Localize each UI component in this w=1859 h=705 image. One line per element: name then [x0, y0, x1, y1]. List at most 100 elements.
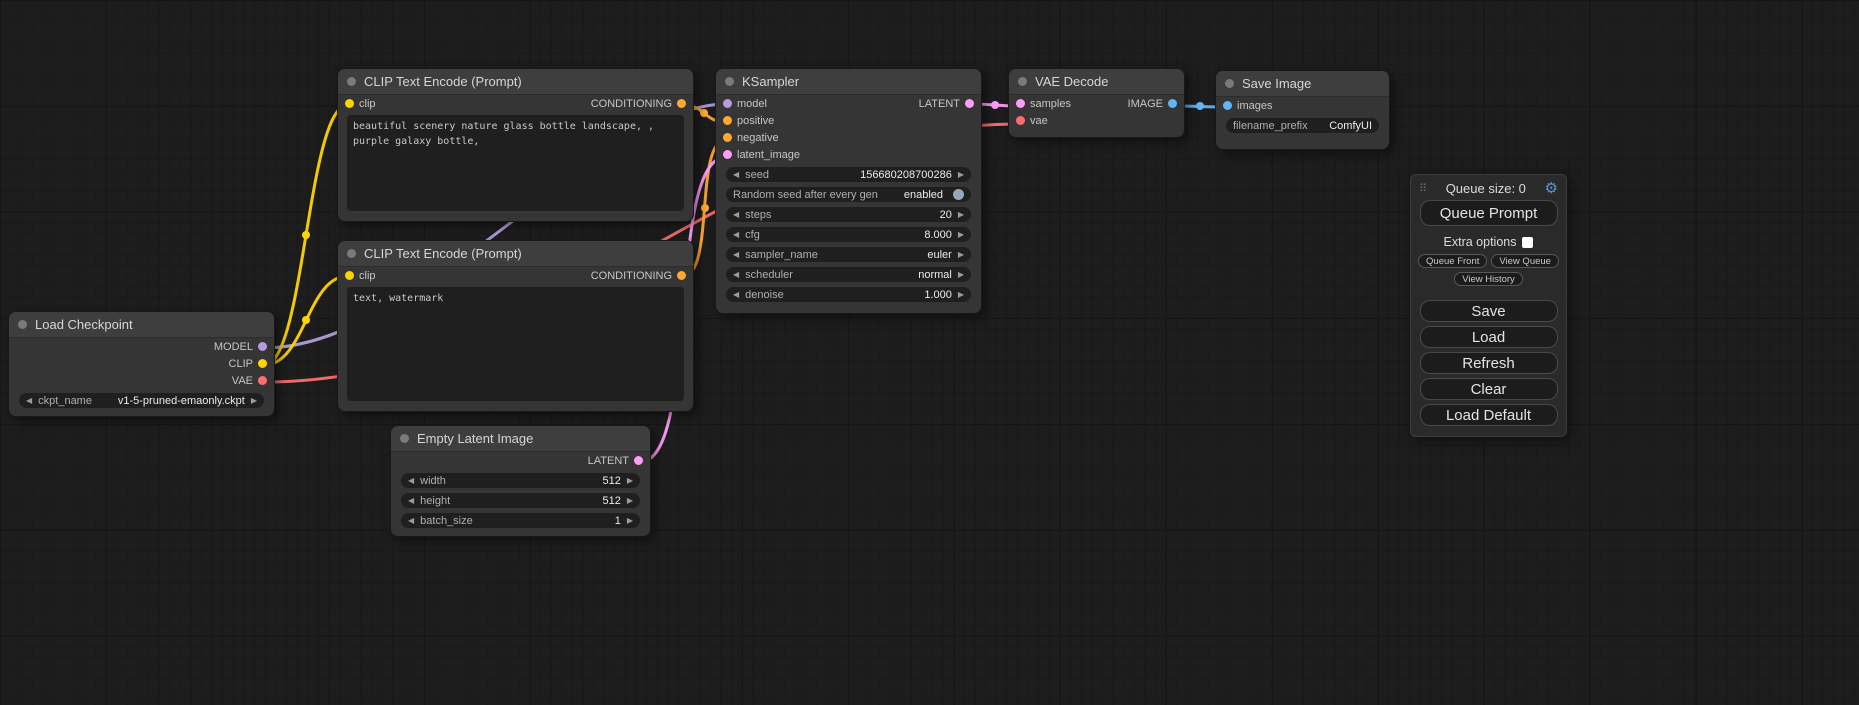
input-slot-vae[interactable]: [1016, 116, 1025, 125]
widget-width[interactable]: ◀ width 512 ▶: [401, 473, 640, 488]
slot-row: model LATENT: [716, 95, 981, 112]
node-load-checkpoint[interactable]: Load Checkpoint MODEL CLIP VAE ◀ ckpt_na…: [8, 311, 275, 417]
decrement-arrow-icon[interactable]: ◀: [733, 231, 739, 239]
widget-value: 8.000: [924, 229, 952, 241]
increment-arrow-icon[interactable]: ▶: [958, 291, 964, 299]
widget-denoise[interactable]: ◀ denoise 1.000 ▶: [726, 287, 971, 302]
increment-arrow-icon[interactable]: ▶: [958, 211, 964, 219]
decrement-arrow-icon[interactable]: ◀: [733, 171, 739, 179]
widget-steps[interactable]: ◀ steps 20 ▶: [726, 207, 971, 222]
drag-handle-icon[interactable]: ⠿: [1419, 182, 1427, 195]
view-queue-button[interactable]: View Queue: [1491, 254, 1559, 268]
input-label: samples: [1030, 98, 1071, 110]
decrement-arrow-icon[interactable]: ◀: [733, 271, 739, 279]
increment-arrow-icon[interactable]: ▶: [251, 397, 257, 405]
node-empty-latent-image[interactable]: Empty Latent Image LATENT ◀ width 512 ▶ …: [390, 425, 651, 537]
node-title-bar[interactable]: VAE Decode: [1009, 69, 1184, 95]
node-title-bar[interactable]: Save Image: [1216, 71, 1389, 97]
widget-scheduler[interactable]: ◀ scheduler normal ▶: [726, 267, 971, 282]
output-slot-latent[interactable]: [965, 99, 974, 108]
widget-random-seed-toggle[interactable]: Random seed after every gen enabled: [726, 187, 971, 202]
increment-arrow-icon[interactable]: ▶: [627, 517, 633, 525]
output-slot-conditioning[interactable]: [677, 99, 686, 108]
increment-arrow-icon[interactable]: ▶: [958, 271, 964, 279]
widget-cfg[interactable]: ◀ cfg 8.000 ▶: [726, 227, 971, 242]
output-slot-conditioning[interactable]: [677, 271, 686, 280]
widget-batch-size[interactable]: ◀ batch_size 1 ▶: [401, 513, 640, 528]
node-title-bar[interactable]: CLIP Text Encode (Prompt): [338, 241, 693, 267]
output-slot-image[interactable]: [1168, 99, 1177, 108]
link-dot: [701, 204, 709, 212]
toggle-icon[interactable]: [953, 189, 964, 200]
output-slot-clip[interactable]: [258, 359, 267, 368]
increment-arrow-icon[interactable]: ▶: [627, 497, 633, 505]
link-dot: [302, 231, 310, 239]
node-clip-text-encode-positive[interactable]: CLIP Text Encode (Prompt) clip CONDITION…: [337, 68, 694, 222]
node-vae-decode[interactable]: VAE Decode samples IMAGE vae: [1008, 68, 1185, 138]
queue-front-button[interactable]: Queue Front: [1418, 254, 1487, 268]
slot-row: negative: [716, 129, 981, 146]
widget-value: enabled: [904, 189, 943, 201]
input-slot-samples[interactable]: [1016, 99, 1025, 108]
node-graph-canvas[interactable]: Load Checkpoint MODEL CLIP VAE ◀ ckpt_na…: [0, 0, 1859, 705]
input-slot-images[interactable]: [1223, 101, 1232, 110]
input-slot-model[interactable]: [723, 99, 732, 108]
output-slot-latent[interactable]: [634, 456, 643, 465]
widget-filename-prefix[interactable]: filename_prefix ComfyUI: [1226, 118, 1379, 133]
input-slot-clip[interactable]: [345, 99, 354, 108]
widget-label: denoise: [745, 289, 784, 301]
load-default-button[interactable]: Load Default: [1420, 404, 1558, 426]
prompt-textarea[interactable]: beautiful scenery nature glass bottle la…: [347, 115, 684, 211]
settings-gear-icon[interactable]: ⚙: [1545, 181, 1558, 196]
increment-arrow-icon[interactable]: ▶: [958, 251, 964, 259]
node-save-image[interactable]: Save Image images filename_prefix ComfyU…: [1215, 70, 1390, 150]
widget-ckpt-name[interactable]: ◀ ckpt_name v1-5-pruned-emaonly.ckpt ▶: [19, 393, 264, 408]
decrement-arrow-icon[interactable]: ◀: [408, 517, 414, 525]
widget-seed[interactable]: ◀ seed 156680208700286 ▶: [726, 167, 971, 182]
control-menu[interactable]: ⠿ Queue size: 0 ⚙ Queue Prompt Extra opt…: [1410, 174, 1567, 437]
load-button[interactable]: Load: [1420, 326, 1558, 348]
input-slot-latent-image[interactable]: [723, 150, 732, 159]
widget-value: 1.000: [924, 289, 952, 301]
slot-row: MODEL: [9, 338, 274, 355]
node-title-bar[interactable]: CLIP Text Encode (Prompt): [338, 69, 693, 95]
decrement-arrow-icon[interactable]: ◀: [733, 251, 739, 259]
widget-height[interactable]: ◀ height 512 ▶: [401, 493, 640, 508]
input-slot-positive[interactable]: [723, 116, 732, 125]
extra-options-label: Extra options: [1444, 235, 1517, 249]
node-clip-text-encode-negative[interactable]: CLIP Text Encode (Prompt) clip CONDITION…: [337, 240, 694, 412]
increment-arrow-icon[interactable]: ▶: [627, 477, 633, 485]
input-slot-negative[interactable]: [723, 133, 732, 142]
output-slot-vae[interactable]: [258, 376, 267, 385]
decrement-arrow-icon[interactable]: ◀: [26, 397, 32, 405]
extra-options-checkbox[interactable]: [1522, 237, 1533, 248]
decrement-arrow-icon[interactable]: ◀: [408, 477, 414, 485]
node-status-dot: [347, 249, 356, 258]
decrement-arrow-icon[interactable]: ◀: [408, 497, 414, 505]
slot-row: images: [1216, 97, 1389, 114]
node-title-bar[interactable]: KSampler: [716, 69, 981, 95]
output-label: LATENT: [919, 98, 960, 110]
queue-prompt-button[interactable]: Queue Prompt: [1420, 200, 1558, 226]
decrement-arrow-icon[interactable]: ◀: [733, 211, 739, 219]
refresh-button[interactable]: Refresh: [1420, 352, 1558, 374]
node-title-bar[interactable]: Load Checkpoint: [9, 312, 274, 338]
prompt-textarea[interactable]: text, watermark: [347, 287, 684, 401]
widget-label: scheduler: [745, 269, 793, 281]
view-history-button[interactable]: View History: [1454, 272, 1523, 286]
increment-arrow-icon[interactable]: ▶: [958, 171, 964, 179]
widget-sampler-name[interactable]: ◀ sampler_name euler ▶: [726, 247, 971, 262]
node-title: VAE Decode: [1035, 74, 1108, 89]
decrement-arrow-icon[interactable]: ◀: [733, 291, 739, 299]
extra-options-row: Extra options: [1444, 234, 1534, 250]
output-slot-model[interactable]: [258, 342, 267, 351]
increment-arrow-icon[interactable]: ▶: [958, 231, 964, 239]
widget-label: ckpt_name: [38, 395, 92, 407]
save-button[interactable]: Save: [1420, 300, 1558, 322]
node-ksampler[interactable]: KSampler model LATENT positive negative …: [715, 68, 982, 314]
input-label: positive: [737, 115, 774, 127]
input-slot-clip[interactable]: [345, 271, 354, 280]
clear-button[interactable]: Clear: [1420, 378, 1558, 400]
node-title-bar[interactable]: Empty Latent Image: [391, 426, 650, 452]
output-label: CLIP: [229, 358, 253, 370]
